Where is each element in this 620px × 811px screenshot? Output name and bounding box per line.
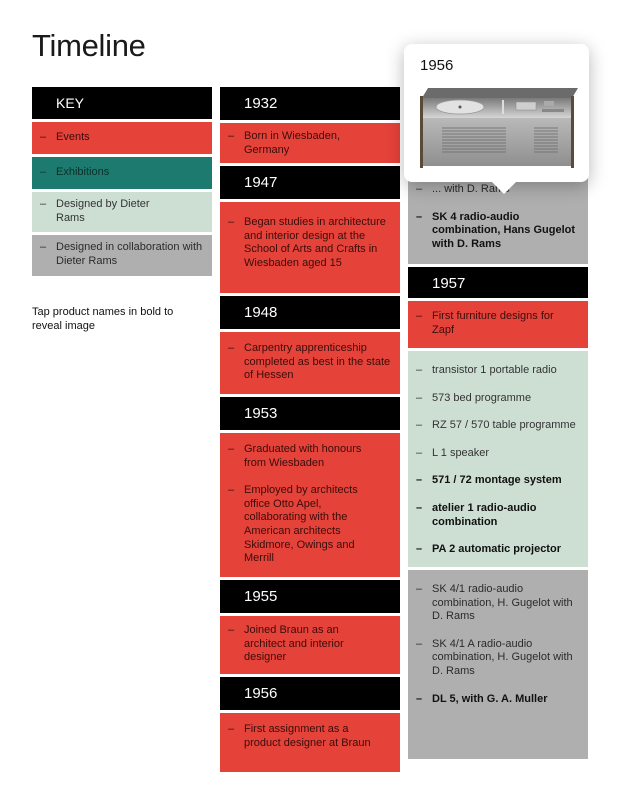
event-item: – First assignment as a product designer … <box>228 723 371 749</box>
key-label: Exhibitions <box>56 166 110 178</box>
key-item-collaboration: – Designed in collaboration with Dieter R… <box>32 235 212 276</box>
events-1955: – Joined Braun as an architect and interi… <box>220 616 400 674</box>
year-header-1957: 1957 <box>408 267 588 298</box>
product-item: – L 1 speaker <box>416 446 490 459</box>
timeline-column-1: 1932 – Born in Wiesbaden, Germany 1947 – B… <box>220 87 400 775</box>
year-header-1953: 1953 <box>220 397 400 430</box>
dash-icon: – <box>416 501 423 514</box>
dash-icon: – <box>228 130 235 142</box>
dash-icon: – <box>40 241 47 253</box>
events-1957: – First furniture designs for Zapf <box>408 301 588 348</box>
event-item: – Employed by architects office Otto Apel… <box>228 484 358 565</box>
key-item-exhibitions: – Exhibitions <box>32 157 212 189</box>
dash-icon: – <box>416 543 423 556</box>
dash-icon: – <box>416 364 423 376</box>
dash-icon: – <box>416 391 423 404</box>
product-link-dl-5[interactable]: – DL 5, with G. A. Muller <box>408 693 588 707</box>
dash-icon: – <box>40 166 47 178</box>
product-link-sk4[interactable]: – SK 4 radio-audio combination, Hans Guge… <box>408 211 588 252</box>
dash-icon: – <box>228 342 235 354</box>
event-item: – Graduated with honours from Wiesbaden <box>228 443 362 469</box>
dash-icon: – <box>416 183 423 195</box>
dash-icon: – <box>416 637 423 650</box>
year-header-1956: 1956 <box>220 677 400 710</box>
dash-icon: – <box>228 216 235 228</box>
year-header-1932: 1932 <box>220 87 400 120</box>
key-label: Designed by Dieter Rams <box>56 198 150 224</box>
events-1956: – First assignment as a product designer … <box>220 713 400 772</box>
product-item: –573 bed programme <box>416 391 532 404</box>
year-header-1948: 1948 <box>220 296 400 329</box>
lid-edge <box>422 88 578 98</box>
popup-year: 1956 <box>420 57 454 74</box>
page-title: Timeline <box>32 28 146 63</box>
popup-pointer <box>492 182 516 194</box>
collaboration-1957: – SK 4/1 radio-audio combination, H. Guge… <box>408 570 588 759</box>
event-item: – Carpentry apprenticeship completed as b… <box>228 342 391 382</box>
key-legend: KEY – Events – Exhibitions – Designed by Di… <box>32 87 212 279</box>
year-header-1947: 1947 <box>220 166 400 199</box>
dash-icon: – <box>228 723 235 735</box>
events-1953: – Graduated with honours from Wiesbaden –… <box>220 433 400 577</box>
events-1932: – Born in Wiesbaden, Germany <box>220 123 400 163</box>
event-item: – Born in Wiesbaden, Germany <box>228 130 340 156</box>
key-item-events: – Events <box>32 122 212 154</box>
dash-icon: – <box>40 131 47 143</box>
dash-icon: – <box>416 419 423 432</box>
record-player-image <box>420 88 578 168</box>
product-link-pa-2[interactable]: – PA 2 automatic projector <box>408 543 588 557</box>
key-heading: KEY <box>32 87 212 119</box>
tap-hint: Tap product names in bold to reveal imag… <box>32 306 174 332</box>
events-1948: – Carpentry apprenticeship completed as b… <box>220 332 400 394</box>
dash-icon: – <box>416 692 423 705</box>
dash-icon: – <box>228 443 235 455</box>
key-label: Events <box>56 131 90 143</box>
dash-icon: – <box>416 210 423 223</box>
cabinet <box>422 118 572 166</box>
product-link-571-72[interactable]: –571 / 72 montage system <box>408 474 588 488</box>
product-item: – RZ 57 / 570 table programme <box>416 419 576 432</box>
dash-icon: – <box>228 624 235 636</box>
key-item-designed-by: – Designed by Dieter Rams <box>32 192 212 232</box>
product-link-atelier-1[interactable]: – atelier 1 radio-audio combination <box>408 502 588 529</box>
event-item: – Began studies in architecture and inter… <box>228 216 386 269</box>
collab-item: – SK 4/1 A radio-audio combination, H. Gu… <box>416 637 573 677</box>
dash-icon: – <box>416 474 423 487</box>
event-item: – Joined Braun as an architect and interi… <box>228 624 344 664</box>
dash-icon: – <box>416 446 423 459</box>
dash-icon: – <box>40 198 47 210</box>
dash-icon: – <box>228 484 235 497</box>
dash-icon: – <box>416 583 423 595</box>
product-image-popup[interactable]: 1956 <box>404 44 589 194</box>
key-label: Designed in collaboration with Dieter Ra… <box>56 241 203 267</box>
events-1947: – Began studies in architecture and inter… <box>220 202 400 293</box>
designed-by-1957: – transistor 1 portable radio –573 bed pr… <box>408 351 588 567</box>
year-header-1955: 1955 <box>220 580 400 613</box>
collab-item: – SK 4/1 radio-audio combination, H. Guge… <box>416 583 573 623</box>
product-item: – transistor 1 portable radio <box>416 364 557 376</box>
dash-icon: – <box>416 310 423 322</box>
event-item: – First furniture designs for Zapf <box>416 310 554 336</box>
